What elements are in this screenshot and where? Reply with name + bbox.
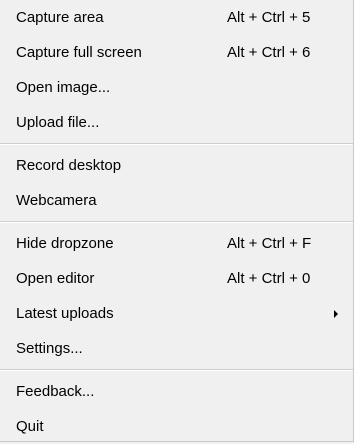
menu-item-feedback[interactable]: Feedback... bbox=[0, 374, 353, 409]
menu-item-latest-uploads[interactable]: Latest uploads bbox=[0, 296, 353, 331]
menu-item-settings[interactable]: Settings... bbox=[0, 331, 353, 366]
menu-item-label: Open image... bbox=[16, 79, 111, 96]
menu-item-record-desktop[interactable]: Record desktop bbox=[0, 148, 353, 183]
menu-separator bbox=[0, 218, 353, 226]
menu-item-shortcut: Alt + Ctrl + 0 bbox=[227, 270, 311, 287]
menu-item-label: Capture area bbox=[16, 9, 104, 26]
context-menu: Capture area Alt + Ctrl + 5 Capture full… bbox=[0, 0, 354, 442]
menu-item-label: Upload file... bbox=[16, 114, 100, 131]
menu-item-label: Settings... bbox=[16, 340, 83, 357]
menu-item-label: Webcamera bbox=[16, 192, 97, 209]
menu-item-open-editor[interactable]: Open editor Alt + Ctrl + 0 bbox=[0, 261, 353, 296]
menu-item-quit[interactable]: Quit bbox=[0, 409, 353, 444]
menu-item-hide-dropzone[interactable]: Hide dropzone Alt + Ctrl + F bbox=[0, 226, 353, 261]
menu-item-label: Record desktop bbox=[16, 157, 122, 174]
menu-item-label: Latest uploads bbox=[16, 305, 114, 322]
menu-item-shortcut: Alt + Ctrl + 6 bbox=[227, 44, 311, 61]
menu-item-label: Hide dropzone bbox=[16, 235, 114, 252]
menu-item-label: Quit bbox=[16, 418, 44, 435]
menu-separator bbox=[0, 140, 353, 148]
menu-item-shortcut: Alt + Ctrl + 5 bbox=[227, 9, 311, 26]
menu-item-capture-full-screen[interactable]: Capture full screen Alt + Ctrl + 6 bbox=[0, 35, 353, 70]
menu-item-shortcut: Alt + Ctrl + F bbox=[227, 235, 312, 252]
menu-item-open-image[interactable]: Open image... bbox=[0, 70, 353, 105]
menu-item-label: Feedback... bbox=[16, 383, 95, 400]
menu-item-webcamera[interactable]: Webcamera bbox=[0, 183, 353, 218]
menu-separator bbox=[0, 366, 353, 374]
submenu-arrow-icon bbox=[334, 310, 338, 318]
menu-item-label: Capture full screen bbox=[16, 44, 142, 61]
menu-item-capture-area[interactable]: Capture area Alt + Ctrl + 5 bbox=[0, 0, 353, 35]
menu-item-upload-file[interactable]: Upload file... bbox=[0, 105, 353, 140]
menu-item-label: Open editor bbox=[16, 270, 95, 287]
